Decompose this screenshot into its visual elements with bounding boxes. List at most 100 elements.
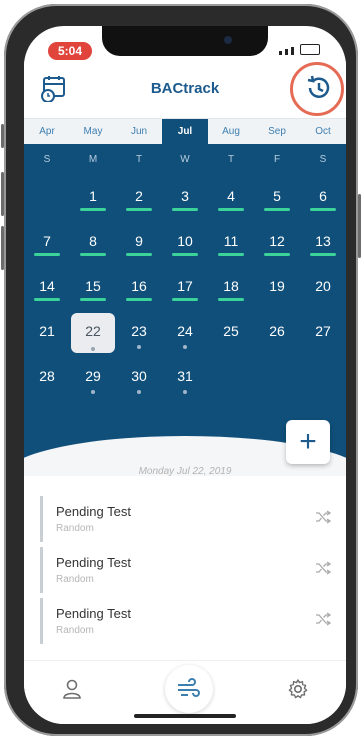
- status-indicators: [279, 44, 320, 55]
- calendar-day-6[interactable]: 6: [300, 182, 346, 218]
- status-time: 5:04: [48, 42, 92, 60]
- calendar-day-12[interactable]: 12: [254, 227, 300, 263]
- calendar-day-9[interactable]: 9: [116, 227, 162, 263]
- calendar-day-11[interactable]: 11: [208, 227, 254, 263]
- month-tab-jul[interactable]: Jul: [162, 119, 208, 145]
- power-button: [358, 194, 361, 258]
- pending-test-card[interactable]: Pending Test Random: [40, 547, 339, 593]
- day-number: 20: [315, 278, 331, 294]
- day-number: 16: [131, 278, 147, 294]
- shuffle-icon: [315, 510, 332, 527]
- calendar-grid: SMTWTFS 1 2 3 4 5 6 7 8 9 10 11 12 13 14 15 16 17 18 19 20 2…: [24, 144, 346, 462]
- calendar-day-24[interactable]: 24: [162, 317, 208, 353]
- test-complete-marker: [172, 253, 198, 256]
- day-number: 6: [319, 188, 327, 204]
- month-tab-oct[interactable]: Oct: [300, 119, 346, 145]
- calendar-day-8[interactable]: 8: [70, 227, 116, 263]
- calendar-day-29[interactable]: 29: [70, 362, 116, 398]
- volume-down-button: [1, 226, 4, 270]
- day-number: 2: [135, 188, 143, 204]
- calendar-day-27[interactable]: 27: [300, 317, 346, 353]
- calendar-day-5[interactable]: 5: [254, 182, 300, 218]
- day-number: 1: [89, 188, 97, 204]
- calendar-day-13[interactable]: 13: [300, 227, 346, 263]
- weekday-label: S: [319, 154, 327, 165]
- calendar-week: 28 29 30 31: [24, 362, 346, 398]
- day-number: 13: [315, 233, 331, 249]
- calendar-day-14[interactable]: 14: [24, 272, 70, 308]
- month-tab-jun[interactable]: Jun: [116, 119, 162, 145]
- calendar-day-17[interactable]: 17: [162, 272, 208, 308]
- day-number: 15: [85, 278, 101, 294]
- calendar-day-26[interactable]: 26: [254, 317, 300, 353]
- month-selector: Apr May Jun Jul Aug Sep Oct: [24, 118, 346, 145]
- phone-frame: 5:04 BACtrack Apr May Jun Jul Aug Sep Oc…: [1, 4, 361, 736]
- calendar-day-7[interactable]: 7: [24, 227, 70, 263]
- day-number: 28: [39, 368, 55, 384]
- weekday-label: T: [227, 154, 235, 165]
- test-complete-marker: [264, 208, 290, 211]
- calendar-day-31[interactable]: 31: [162, 362, 208, 398]
- weekday-header: SMTWTFS: [24, 154, 346, 165]
- test-complete-marker: [34, 253, 60, 256]
- calendar-day-20[interactable]: 20: [300, 272, 346, 308]
- day-number: 18: [223, 278, 239, 294]
- calendar-day-18[interactable]: 18: [208, 272, 254, 308]
- test-title: Pending Test: [56, 504, 131, 519]
- calendar-empty-cell: [300, 362, 346, 398]
- calendar-empty-cell: [254, 362, 300, 398]
- person-icon: [63, 679, 81, 699]
- test-complete-marker: [172, 208, 198, 211]
- selected-date-label: Monday Jul 22, 2019: [138, 466, 232, 477]
- calendar-day-1[interactable]: 1: [70, 182, 116, 218]
- calendar-day-3[interactable]: 3: [162, 182, 208, 218]
- highlight-circle: [290, 62, 344, 116]
- day-number: 8: [89, 233, 97, 249]
- pending-test-card[interactable]: Pending Test Random: [40, 598, 339, 644]
- day-number: 5: [273, 188, 281, 204]
- add-test-button[interactable]: +: [286, 420, 330, 464]
- calendar-day-22[interactable]: 22: [70, 313, 116, 353]
- battery-icon: [300, 44, 320, 55]
- settings-tab[interactable]: [280, 671, 316, 707]
- calendar-week: 14 15 16 17 18 19 20: [24, 272, 346, 308]
- profile-tab[interactable]: [54, 671, 90, 707]
- test-complete-marker: [80, 298, 106, 301]
- weekday-label: M: [88, 154, 98, 165]
- month-tab-aug[interactable]: Aug: [208, 119, 254, 145]
- calendar-day-21[interactable]: 21: [24, 317, 70, 353]
- weekday-label: F: [273, 154, 281, 165]
- calendar-day-25[interactable]: 25: [208, 317, 254, 353]
- day-number: 30: [131, 368, 147, 384]
- calendar-day-19[interactable]: 19: [254, 272, 300, 308]
- calendar-day-15[interactable]: 15: [70, 272, 116, 308]
- signal-icon: [279, 51, 282, 55]
- day-number: 21: [39, 323, 55, 339]
- calendar-empty-cell: [208, 362, 254, 398]
- calendar-week: 7 8 9 10 11 12 13: [24, 227, 346, 263]
- mute-switch: [1, 124, 4, 148]
- test-complete-marker: [218, 298, 244, 301]
- calendar-day-23[interactable]: 23: [116, 317, 162, 353]
- calendar-day-10[interactable]: 10: [162, 227, 208, 263]
- pending-test-card[interactable]: Pending Test Random: [40, 496, 339, 542]
- shuffle-icon: [315, 612, 332, 629]
- pending-test-dot: [137, 390, 141, 394]
- blow-tab[interactable]: [165, 665, 213, 713]
- test-complete-marker: [172, 298, 198, 301]
- history-button[interactable]: [290, 62, 344, 116]
- notch: [102, 26, 268, 56]
- calendar-day-28[interactable]: 28: [24, 362, 70, 398]
- calendar-day-30[interactable]: 30: [116, 362, 162, 398]
- wind-icon: [178, 678, 200, 697]
- day-number: 11: [223, 233, 239, 249]
- test-complete-marker: [264, 253, 290, 256]
- month-tab-apr[interactable]: Apr: [24, 119, 70, 145]
- calendar-day-16[interactable]: 16: [116, 272, 162, 308]
- day-number: 9: [135, 233, 143, 249]
- signal-bar: [285, 49, 288, 55]
- calendar-day-2[interactable]: 2: [116, 182, 162, 218]
- month-tab-may[interactable]: May: [70, 119, 116, 145]
- calendar-day-4[interactable]: 4: [208, 182, 254, 218]
- month-tab-sep[interactable]: Sep: [254, 119, 300, 145]
